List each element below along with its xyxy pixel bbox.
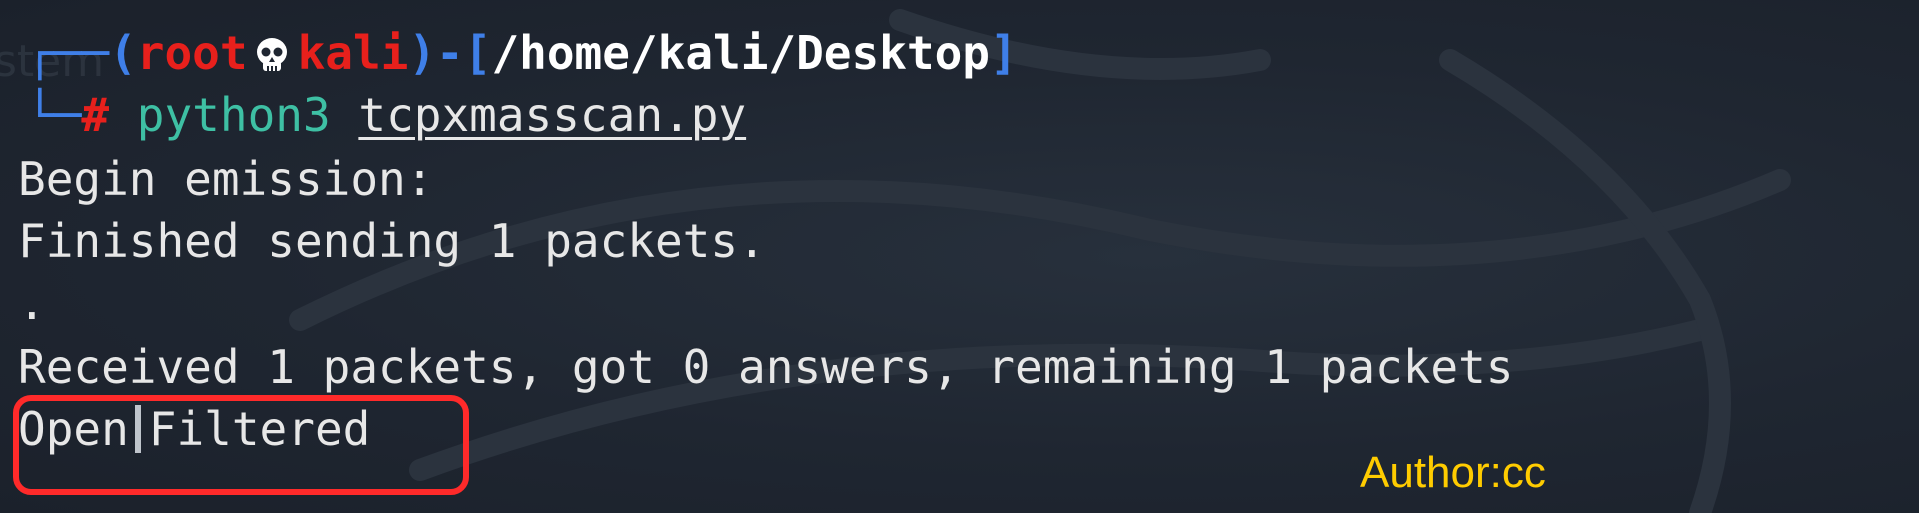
command-name: python3 <box>136 88 331 142</box>
prompt-command-line[interactable]: └─# python3 tcpxmasscan.py <box>26 84 746 146</box>
output-line: Finished sending 1 packets. <box>18 214 766 268</box>
output-line: . <box>18 276 46 330</box>
result-highlight-box <box>13 395 469 495</box>
prompt-host: kali <box>297 26 409 80</box>
command-argument[interactable]: tcpxmasscan.py <box>358 88 746 142</box>
output-line: Begin emission: <box>18 152 434 206</box>
prompt-symbol: # <box>81 88 110 142</box>
prompt-close-bracket: ] <box>989 26 1018 80</box>
prompt-open-paren: ( <box>109 26 137 80</box>
prompt-corner-top: ┌── <box>26 26 110 80</box>
prompt-close-paren: )-[ <box>408 26 492 80</box>
output-line: Received 1 packets, got 0 answers, remai… <box>18 340 1514 394</box>
author-watermark: Author:cc <box>1360 448 1546 497</box>
prompt-header-line: ┌──(root kali)-[/home/kali/Desktop] <box>26 22 1018 84</box>
skull-icon <box>256 38 287 71</box>
terminal-window[interactable]: stem ┌──(root kali)-[/home/kali/Desktop] … <box>0 0 1919 513</box>
prompt-path: /home/kali/Desktop <box>491 26 990 80</box>
prompt-corner-bottom: └─ <box>26 88 82 142</box>
prompt-user: root <box>136 26 248 80</box>
